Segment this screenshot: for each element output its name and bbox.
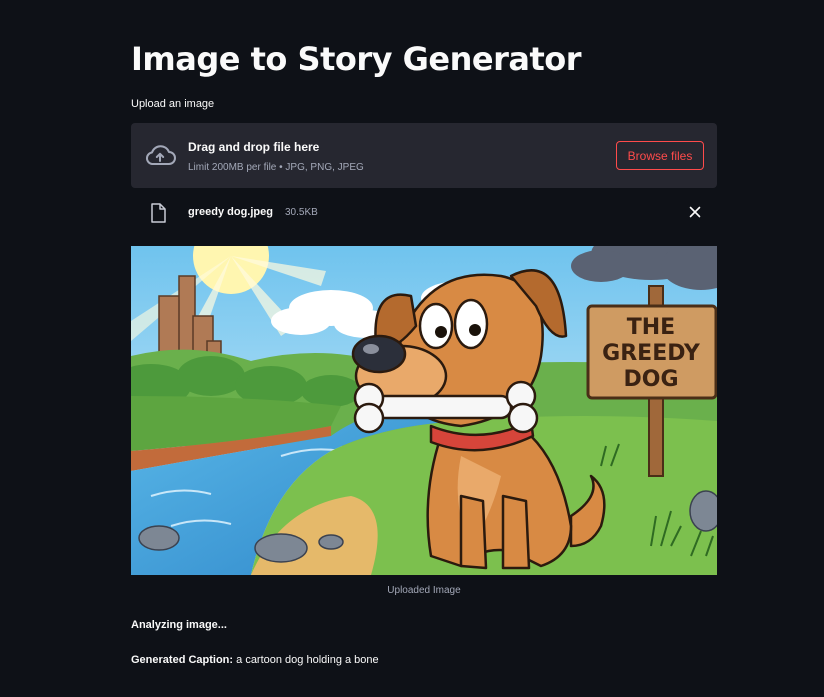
uploaded-file-row: greedy dog.jpeg 30.5KB [131,198,717,228]
image-caption: Uploaded Image [387,585,461,596]
generated-caption: Generated Caption: a cartoon dog holding… [131,654,379,666]
sign-text-line1: THE [627,315,675,340]
sign-text-line3: DOG [623,367,678,392]
generated-caption-text: a cartoon dog holding a bone [236,654,379,666]
dropzone-title: Drag and drop file here [188,140,320,154]
greedy-dog-illustration: THE GREEDY DOG [131,246,717,575]
dropzone-hint: Limit 200MB per file • JPG, PNG, JPEG [188,162,364,173]
file-size: 30.5KB [285,207,318,218]
file-name: greedy dog.jpeg [188,206,273,218]
file-dropzone[interactable]: Drag and drop file here Limit 200MB per … [131,123,717,188]
uploader-label: Upload an image [131,98,215,110]
close-icon[interactable] [687,204,703,220]
page-title: Image to Story Generator [131,40,582,78]
browse-files-button[interactable]: Browse files [616,141,704,170]
uploaded-image: THE GREEDY DOG [131,246,717,575]
cloud-upload-icon [146,145,176,165]
file-icon [151,203,166,223]
generated-caption-label: Generated Caption: [131,654,234,666]
sign-text-line2: GREEDY [602,341,701,366]
status-text: Analyzing image... [131,619,227,631]
